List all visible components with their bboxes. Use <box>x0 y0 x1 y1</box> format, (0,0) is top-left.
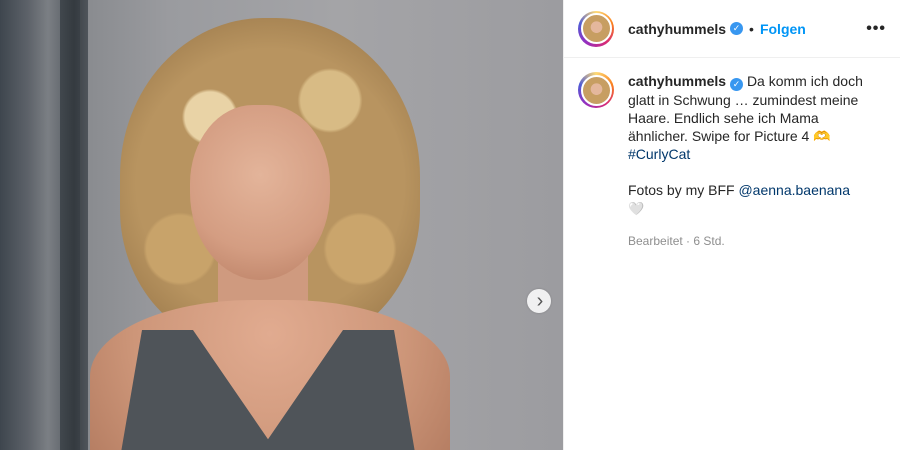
post-side-panel: cathyhummels ✓ • Folgen ••• cathyhummels… <box>563 0 900 450</box>
next-photo-button[interactable]: › <box>527 289 551 313</box>
instagram-post: › cathyhummels ✓ • Folgen ••• cathyhumme… <box>0 0 900 450</box>
heart-emoji: 🤍 <box>628 200 645 216</box>
caption-avatar <box>580 74 612 106</box>
mention-link[interactable]: @aenna.baenana <box>738 182 850 198</box>
caption-comment: cathyhummels ✓ Da komm ich doch glatt in … <box>564 58 900 250</box>
verified-badge-icon: ✓ <box>730 22 744 35</box>
caption-credit-prefix: Fotos by my BFF <box>628 181 739 198</box>
chevron-right-icon: › <box>536 290 544 312</box>
story-ring[interactable] <box>578 10 614 47</box>
post-photo[interactable]: › <box>0 0 563 450</box>
verified-badge-icon: ✓ <box>730 77 744 91</box>
face <box>190 105 330 280</box>
timestamp[interactable]: 6 Std. <box>693 234 724 248</box>
edited-label: Bearbeitet <box>628 233 683 248</box>
hashtag-link[interactable]: #CurlyCat <box>628 146 690 162</box>
curtain-shadow <box>60 0 88 450</box>
post-header: cathyhummels ✓ • Folgen ••• <box>564 0 900 58</box>
caption-body: cathyhummels ✓ Da komm ich doch glatt in … <box>628 72 878 250</box>
more-options-icon[interactable]: ••• <box>866 20 886 38</box>
avatar <box>580 13 612 44</box>
username-link[interactable]: cathyhummels <box>628 21 726 37</box>
caption-username-link[interactable]: cathyhummels <box>628 73 726 89</box>
separator-dot: • <box>749 20 754 37</box>
caption-story-ring[interactable] <box>578 72 614 108</box>
meta-separator: · <box>682 233 694 248</box>
caption-meta: Bearbeitet · 6 Std. <box>628 232 878 250</box>
follow-button[interactable]: Folgen <box>760 21 806 37</box>
